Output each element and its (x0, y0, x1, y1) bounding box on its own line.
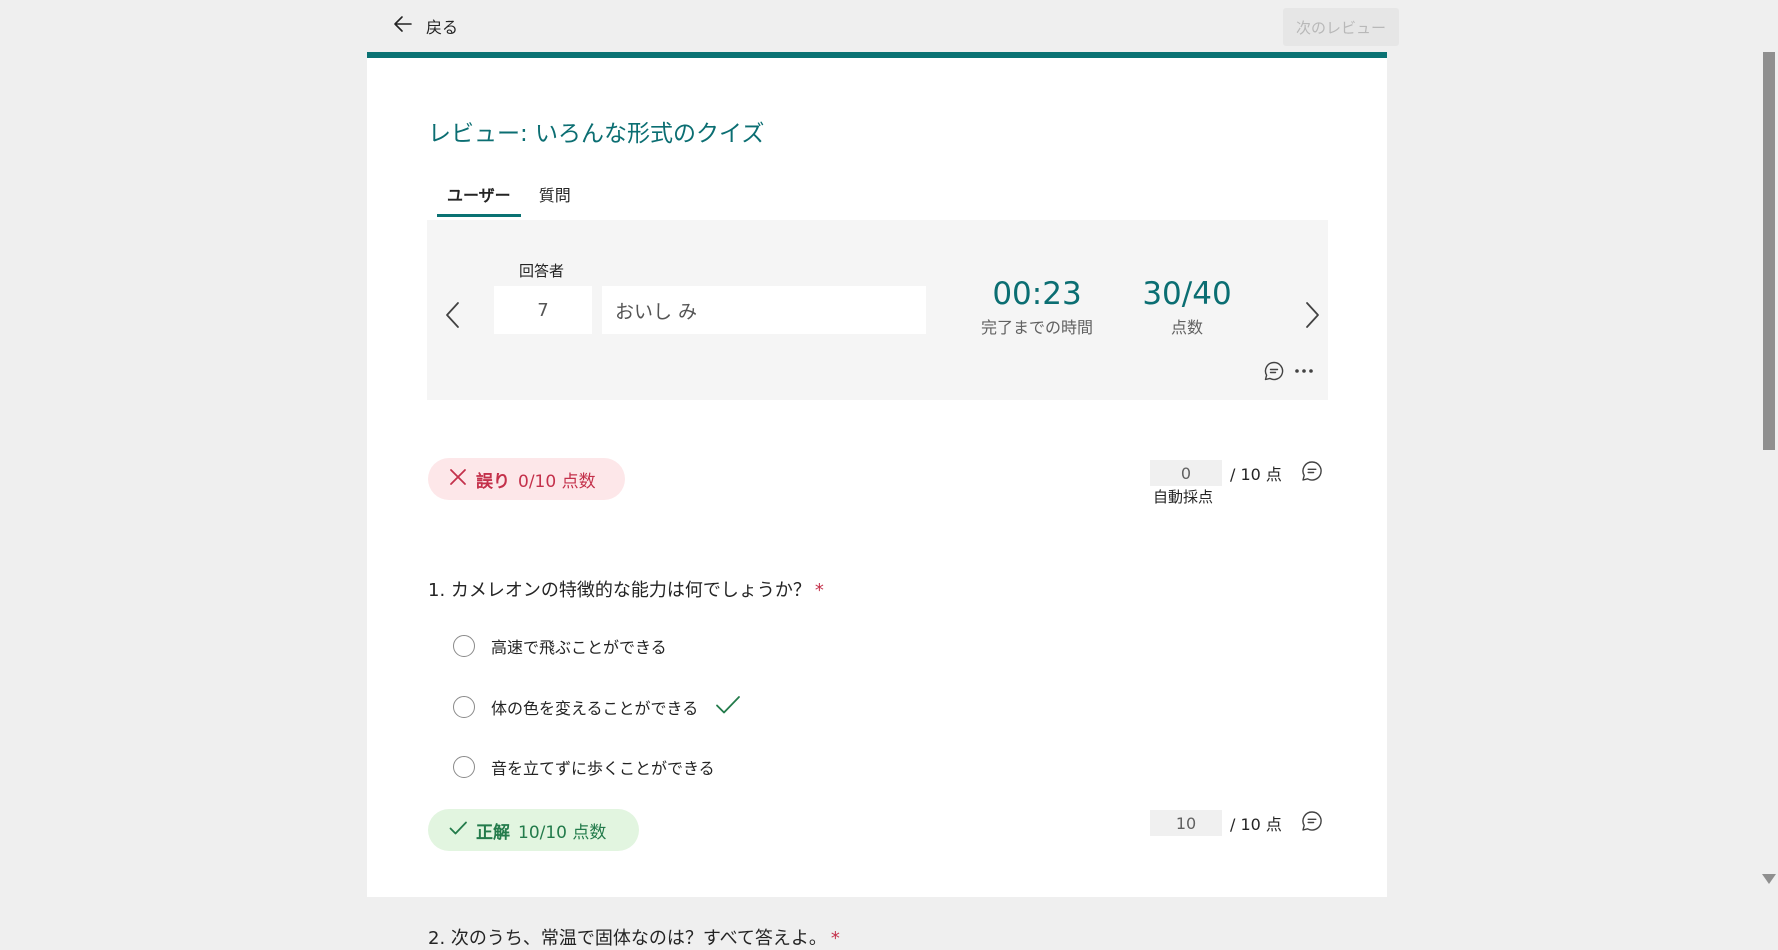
tab-questions[interactable]: 質問 (529, 174, 581, 214)
comment-icon (1302, 811, 1322, 831)
close-icon (448, 467, 468, 492)
question-title: 1. カメレオンの特徴的な能力は何でしょうか？ * (428, 576, 824, 602)
question-comment-button[interactable] (1300, 809, 1324, 837)
question-title: 2. 次のうち、常温で固体なのは？すべて答えよ。 * (428, 924, 840, 950)
score-max: / 10 点 (1230, 465, 1282, 484)
respondent-summary: 回答者 7 おいし み 00:23 完了までの時間 30/40 点数 (427, 220, 1328, 400)
scroll-down-arrow-icon[interactable] (1762, 874, 1776, 884)
chevron-right-icon (1306, 302, 1319, 328)
radio-button[interactable] (453, 635, 475, 657)
option-label: 体の色を変えることができる (491, 699, 699, 718)
comment-icon (1264, 361, 1284, 381)
checkmark-icon (448, 818, 468, 843)
comment-icon (1302, 461, 1322, 481)
question-score: 10 / 10 点 (1150, 809, 1324, 837)
answer-option: 音を立てずに歩くことができる (453, 753, 715, 781)
completion-time-value: 00:23 (992, 276, 1082, 312)
page-title: レビュー: いろんな形式のクイズ (428, 121, 765, 147)
respondent-name-field[interactable]: おいし み (602, 286, 926, 334)
total-score-label: 点数 (1170, 318, 1203, 337)
chevron-left-icon (446, 302, 459, 328)
question-comment-button[interactable] (1300, 459, 1324, 487)
result-badge-correct: 正解 10/10 点数 (428, 809, 639, 851)
required-mark: * (830, 928, 840, 949)
question-score: 0 / 10 点 (1150, 459, 1324, 487)
tab-users[interactable]: ユーザー (437, 174, 521, 217)
result-badge-wrong: 誤り 0/10 点数 (428, 458, 625, 500)
answer-option: 高速で飛ぶことができる (453, 632, 667, 660)
score-input[interactable]: 0 (1150, 460, 1222, 486)
radio-button[interactable] (453, 696, 475, 718)
next-review-button[interactable]: 次のレビュー (1283, 8, 1399, 46)
scrollbar-thumb[interactable] (1763, 52, 1775, 450)
back-button[interactable]: 戻る (392, 13, 458, 39)
more-options-button[interactable] (1293, 360, 1315, 386)
result-label: 正解 (476, 822, 510, 843)
score-max: / 10 点 (1230, 815, 1282, 834)
vertical-scrollbar[interactable] (1760, 52, 1778, 897)
respondent-label: 回答者 (519, 262, 565, 280)
back-label: 戻る (426, 18, 459, 37)
completion-time-label: 完了までの時間 (980, 318, 1093, 337)
radio-button[interactable] (453, 756, 475, 778)
tab-bar: ユーザー 質問 (437, 174, 581, 217)
result-points: 0/10 点数 (518, 471, 596, 492)
score-input[interactable]: 10 (1150, 810, 1222, 836)
question-text: 1. カメレオンの特徴的な能力は何でしょうか？ (428, 580, 811, 601)
summary-actions (1263, 360, 1315, 386)
comment-button[interactable] (1263, 360, 1285, 386)
total-score: 30/40 点数 (1127, 276, 1247, 338)
back-arrow-icon (392, 13, 414, 39)
total-score-value: 30/40 (1142, 276, 1232, 312)
question-text: 2. 次のうち、常温で固体なのは？すべて答えよ。 (428, 928, 827, 949)
top-bar: 戻る 次のレビュー (0, 0, 1778, 52)
next-respondent-button[interactable] (1298, 295, 1326, 335)
result-label: 誤り (476, 471, 510, 492)
auto-grade-label: 自動採点 (1153, 488, 1214, 506)
previous-respondent-button[interactable] (439, 295, 467, 335)
answer-option: 体の色を変えることができる (453, 693, 742, 721)
checkmark-icon (714, 693, 742, 721)
option-label: 高速で飛ぶことができる (491, 638, 667, 657)
more-icon (1295, 369, 1313, 373)
required-mark: * (814, 580, 824, 601)
completion-time: 00:23 完了までの時間 (957, 276, 1117, 338)
option-label: 音を立てずに歩くことができる (491, 759, 715, 778)
result-points: 10/10 点数 (518, 822, 607, 843)
respondent-number-input[interactable]: 7 (494, 286, 592, 334)
review-card: レビュー: いろんな形式のクイズ ユーザー 質問 回答者 7 おいし み 00:… (367, 52, 1387, 949)
